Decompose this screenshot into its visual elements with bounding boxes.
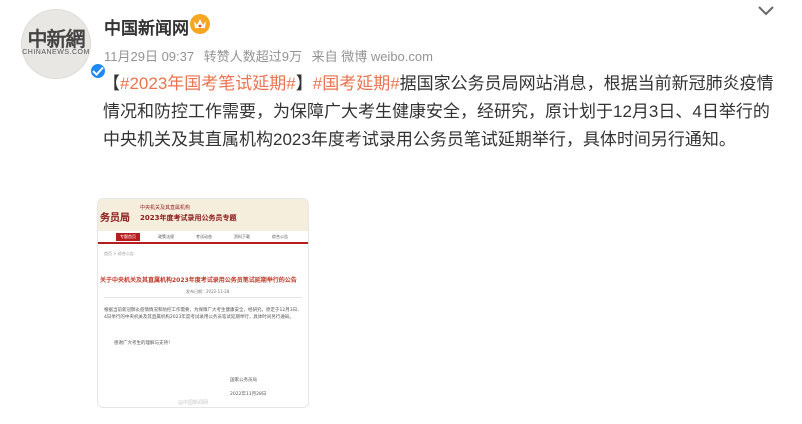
hashtag-link[interactable]: #2023年国考笔试延期#: [120, 74, 296, 93]
image-divider: [104, 297, 302, 298]
avatar-logo-en: CHINANEWS.COM: [22, 49, 90, 56]
crown-badge-icon[interactable]: [190, 14, 210, 34]
image-nav-bar: 专题首页 政策法规 考试动态 资料下载 综合公告: [98, 233, 308, 244]
image-doc-signature: 国家公务员局: [230, 378, 257, 383]
image-nav-item: 资料下载: [234, 234, 250, 239]
image-watermark: @中国新闻网: [178, 400, 209, 406]
chevron-down-icon[interactable]: [757, 4, 775, 18]
image-nav-item: 专题首页: [116, 233, 140, 241]
image-banner-title: 务员局: [100, 213, 130, 224]
avatar[interactable]: 中新網 CHINANEWS.COM: [21, 9, 107, 80]
image-banner-heading: 2023年度考试录用公务员专题: [140, 214, 237, 222]
post-source: 来自 微博 weibo.com: [311, 49, 433, 64]
image-doc-date: 发布日期：2022-11-28: [186, 289, 230, 294]
close-bracket: 】: [295, 74, 313, 93]
avatar-logo-cn: 中新網: [27, 27, 86, 51]
image-breadcrumb: 首页 > 综合公告: [104, 251, 134, 256]
post-date[interactable]: 11月29日 09:37: [104, 49, 194, 64]
post-reposts: 转赞人数超过9万: [203, 49, 302, 64]
image-nav-item: 综合公告: [272, 234, 288, 239]
image-doc-sign-date: 2022年11月28日: [230, 392, 267, 397]
image-doc-thanks: 感谢广大考生的理解与支持！: [114, 341, 173, 346]
image-banner-subtitle: 中央机关及其直属机构: [140, 205, 191, 211]
account-name[interactable]: 中国新闻网: [104, 14, 189, 39]
post-image[interactable]: 务员局 中央机关及其直属机构 2023年度考试录用公务员专题 专题首页 政策法规…: [97, 198, 309, 408]
image-doc-body: 根据当前新冠肺炎疫情情况和防控工作需要，为保障广大考生健康安全，经研究，原定于1…: [104, 308, 302, 320]
image-doc-title: 关于中央机关及其直属机构2023年度考试录用公务员笔试延期举行的公告: [100, 277, 297, 284]
post-meta: 11月29日 09:37 转赞人数超过9万 来自 微博 weibo.com: [104, 46, 439, 65]
image-nav-item: 考试动态: [196, 234, 212, 239]
image-nav-item: 政策法规: [158, 234, 174, 239]
post-text: 【#2023年国考笔试延期#】#国考延期#据国家公务员局网站消息，根据当前新冠肺…: [103, 70, 783, 154]
open-bracket: 【: [103, 74, 120, 93]
hashtag-link[interactable]: #国考延期#: [313, 74, 400, 93]
